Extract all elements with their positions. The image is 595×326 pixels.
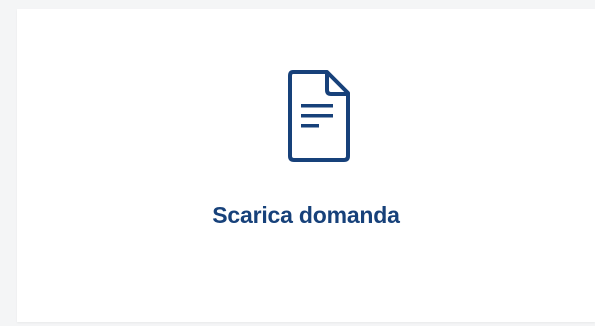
card-label: Scarica domanda xyxy=(212,202,400,228)
document-icon xyxy=(287,70,351,162)
download-application-card[interactable]: Scarica domanda xyxy=(17,9,595,322)
page-background: Scarica domanda xyxy=(0,0,595,326)
